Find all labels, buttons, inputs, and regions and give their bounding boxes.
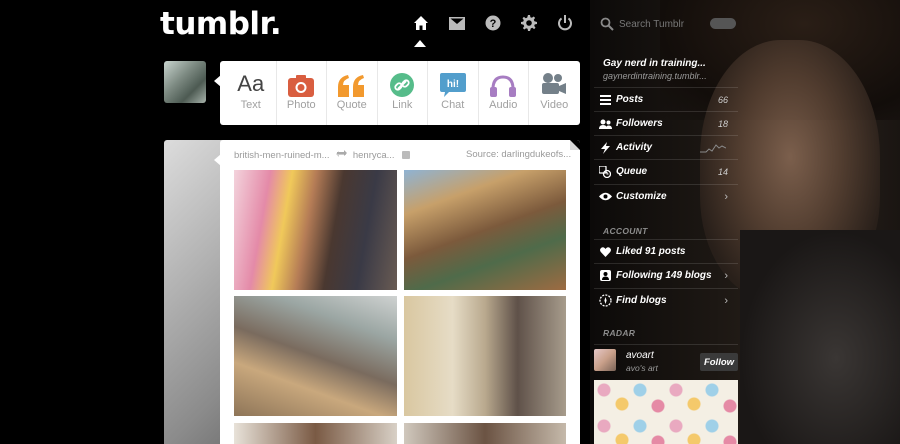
dashboard-post: british-men-ruined-m... henryca... Sourc…	[220, 140, 580, 444]
sidebar-item-followers[interactable]: Followers 18	[594, 111, 738, 135]
top-nav: ?	[411, 13, 591, 33]
chevron-right-icon: ›	[724, 269, 728, 282]
post-type-video[interactable]: Video	[529, 61, 580, 125]
radar-post-image[interactable]	[594, 380, 738, 444]
account-section-label: ACCOUNT	[603, 226, 648, 236]
camera-icon	[288, 75, 315, 97]
heart-icon	[594, 246, 616, 257]
post-photo[interactable]	[234, 423, 397, 444]
following-icon	[594, 270, 616, 281]
search-input[interactable]: Search Tumblr	[619, 19, 684, 30]
chat-icon: hi!	[439, 73, 466, 97]
active-nav-caret	[414, 40, 426, 47]
sidebar-item-posts[interactable]: Posts 66	[594, 87, 738, 111]
sidebar-item-customize[interactable]: Customize ›	[594, 184, 738, 208]
post-type-photo[interactable]: Photo	[277, 61, 327, 125]
search-bar[interactable]: Search Tumblr	[594, 13, 740, 35]
post-type-bar: Aa Text Photo Quote Link hi! Chat Audio …	[220, 61, 580, 125]
tumblr-logo[interactable]: tumblr.	[160, 6, 282, 42]
radar-section-label: RADAR	[603, 328, 636, 338]
posts-icon	[594, 94, 616, 105]
post-photo[interactable]	[234, 296, 397, 416]
link-icon	[390, 73, 415, 97]
post-type-audio[interactable]: Audio	[479, 61, 529, 125]
power-icon[interactable]	[555, 13, 575, 33]
search-toggle[interactable]	[710, 18, 736, 29]
post-source-link[interactable]: Source: darlingdukeofs...	[466, 149, 571, 160]
help-icon[interactable]: ?	[483, 13, 503, 33]
follow-button[interactable]: Follow	[700, 353, 738, 371]
activity-sparkline	[700, 144, 726, 153]
blog-url[interactable]: gaynerdintraining.tumblr...	[603, 71, 707, 81]
user-avatar[interactable]	[164, 61, 206, 103]
sidebar-item-likes[interactable]: Liked 91 posts	[594, 239, 738, 263]
post-photo[interactable]	[234, 170, 397, 290]
post-blog-link[interactable]: british-men-ruined-m...	[234, 150, 330, 161]
post-photo[interactable]	[404, 170, 566, 290]
activity-icon	[594, 141, 616, 154]
gear-icon[interactable]	[519, 13, 539, 33]
sidebar-item-following[interactable]: Following 149 blogs ›	[594, 263, 738, 287]
post-type-text[interactable]: Aa Text	[226, 61, 277, 125]
background-portrait-body	[740, 230, 900, 444]
follow-plus-icon[interactable]	[402, 151, 411, 159]
headphones-icon	[490, 75, 517, 97]
radar-blog-subtitle: avo's art	[626, 363, 658, 373]
queue-icon	[594, 165, 616, 178]
post-header: british-men-ruined-m... henryca... Sourc…	[234, 149, 571, 161]
post-dogear	[570, 140, 580, 150]
sidebar-item-queue[interactable]: Queue 14	[594, 159, 738, 183]
home-icon[interactable]	[411, 13, 431, 33]
svg-text:hi!: hi!	[447, 79, 459, 90]
search-icon	[600, 17, 614, 31]
mail-icon[interactable]	[447, 13, 467, 33]
post-type-chat[interactable]: hi! Chat	[428, 61, 479, 125]
sidebar-item-activity[interactable]: Activity	[594, 135, 738, 159]
sidebar-item-find-blogs[interactable]: Find blogs ›	[594, 288, 738, 312]
eye-icon	[594, 192, 616, 201]
post-photo[interactable]	[404, 423, 566, 444]
svg-text:?: ?	[490, 18, 497, 30]
radar-avatar[interactable]	[594, 349, 616, 371]
video-camera-icon	[542, 73, 567, 94]
reblogged-from-link[interactable]: henryca...	[353, 150, 395, 161]
quote-icon	[337, 75, 364, 97]
compass-icon	[594, 294, 616, 307]
blog-title[interactable]: Gay nerd in training...	[603, 58, 706, 69]
post-type-quote[interactable]: Quote	[327, 61, 378, 125]
radar-blog-name[interactable]: avoart	[626, 350, 654, 361]
followers-icon	[594, 119, 616, 129]
reblog-icon	[336, 150, 350, 161]
radar-card: avoart avo's art Follow	[594, 344, 738, 380]
chevron-right-icon: ›	[724, 294, 728, 307]
post-photo[interactable]	[404, 296, 566, 416]
text-icon: Aa	[237, 71, 265, 96]
post-type-link[interactable]: Link	[378, 61, 428, 125]
chevron-right-icon: ›	[724, 190, 728, 203]
